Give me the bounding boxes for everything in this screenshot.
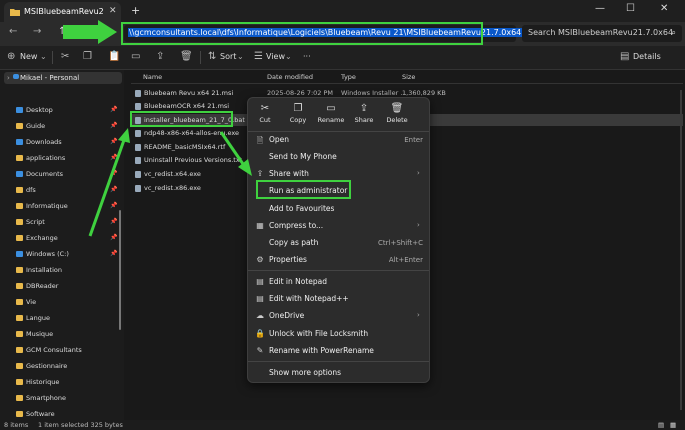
arrow-to-address: [63, 20, 117, 44]
arrow-line-to-menu: [219, 131, 245, 165]
arrow-head-to-file: [118, 128, 130, 143]
annotation-arrows: [63, 20, 252, 237]
arrow-line-to-file: [88, 139, 126, 237]
